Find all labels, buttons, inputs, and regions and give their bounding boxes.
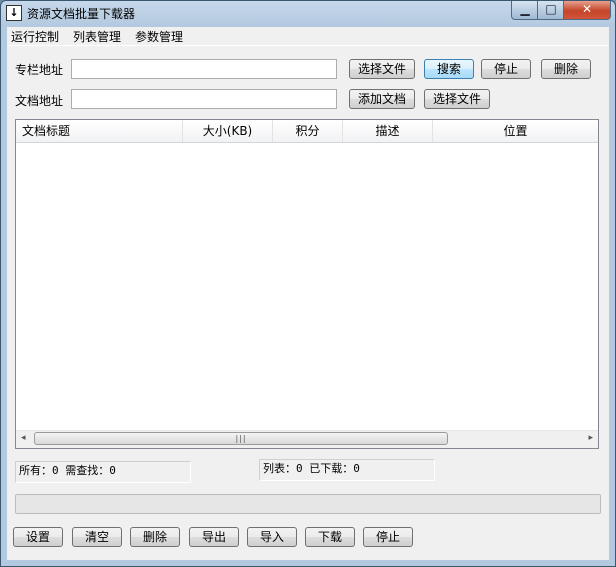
document-list[interactable]: 文档标题 大小(KB) 积分 描述 位置 ◂ ||| ▸: [15, 119, 599, 449]
import-button[interactable]: 导入: [247, 527, 297, 547]
stop-button-top[interactable]: 停止: [481, 59, 531, 79]
search-button[interactable]: 搜索: [424, 59, 474, 79]
column-header-title[interactable]: 文档标题: [16, 120, 183, 142]
clear-button[interactable]: 清空: [72, 527, 122, 547]
download-progress-bar: [15, 494, 601, 514]
maximize-button[interactable]: □: [537, 1, 565, 20]
window-title: 资源文档批量下载器: [27, 7, 136, 21]
column-header-points[interactable]: 积分: [273, 120, 343, 142]
list-header: 文档标题 大小(KB) 积分 描述 位置: [16, 120, 598, 143]
menu-parameter-management[interactable]: 参数管理: [135, 28, 183, 45]
column-header-description[interactable]: 描述: [343, 120, 433, 142]
close-button[interactable]: ✕: [563, 1, 611, 20]
delete-button-top[interactable]: 删除: [541, 59, 591, 79]
client-area: 运行控制 列表管理 参数管理 专栏地址 选择文件 搜索 停止 删除 文档地址 添…: [7, 27, 609, 560]
document-address-input[interactable]: [71, 89, 337, 109]
minimize-button[interactable]: ▁: [511, 1, 539, 20]
delete-button-bottom[interactable]: 删除: [130, 527, 180, 547]
scroll-right-arrow-icon[interactable]: ▸: [588, 433, 593, 443]
main-window: ↓ 资源文档批量下载器 ▁ □ ✕ 运行控制 列表管理 参数管理 专栏地址 选择…: [0, 0, 616, 567]
close-icon: ✕: [581, 2, 593, 16]
export-button[interactable]: 导出: [189, 527, 239, 547]
column-address-input[interactable]: [71, 59, 337, 79]
add-document-button[interactable]: 添加文档: [349, 89, 415, 109]
column-header-size[interactable]: 大小(KB): [183, 120, 273, 142]
scroll-left-arrow-icon[interactable]: ◂: [21, 433, 26, 443]
title-bar[interactable]: ↓ 资源文档批量下载器 ▁ □ ✕: [1, 1, 615, 27]
minimize-icon: ▁: [520, 2, 530, 16]
status-list-count: 列表：0 已下载：0: [259, 459, 435, 481]
menu-run-control[interactable]: 运行控制: [11, 28, 59, 45]
scroll-thumb[interactable]: |||: [34, 432, 448, 445]
horizontal-scrollbar[interactable]: ◂ ||| ▸: [16, 430, 598, 448]
maximize-icon: □: [545, 2, 557, 16]
app-download-icon: ↓: [6, 5, 22, 21]
settings-button[interactable]: 设置: [13, 527, 63, 547]
document-address-label: 文档地址: [15, 94, 64, 108]
stop-button-bottom[interactable]: 停止: [363, 527, 413, 547]
select-file-button-1[interactable]: 选择文件: [349, 59, 415, 79]
download-button[interactable]: 下载: [305, 527, 355, 547]
column-header-location[interactable]: 位置: [433, 120, 598, 142]
status-all-count: 所有：0 需查找：0: [15, 461, 191, 483]
menu-list-management[interactable]: 列表管理: [73, 28, 121, 45]
select-file-button-2[interactable]: 选择文件: [424, 89, 490, 109]
column-address-label: 专栏地址: [15, 63, 64, 77]
menu-bar: 运行控制 列表管理 参数管理: [7, 27, 609, 46]
